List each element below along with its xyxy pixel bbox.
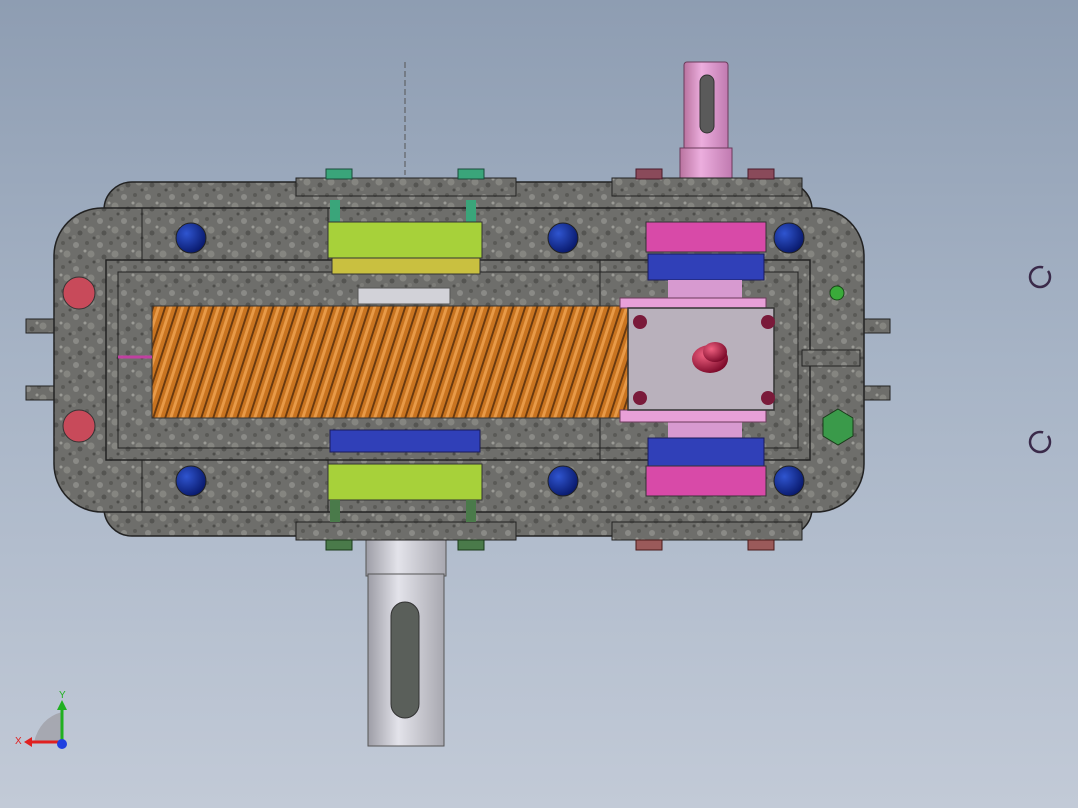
cad-viewport[interactable]: Y X — [0, 0, 1078, 808]
triad-y-label: Y — [59, 690, 66, 701]
output-shaft[interactable] — [679, 61, 733, 181]
worm-shaft[interactable] — [118, 305, 629, 419]
view-indicator-bottom[interactable] — [1028, 430, 1052, 454]
view-indicator-top[interactable] — [1028, 265, 1052, 289]
input-shaft[interactable] — [365, 539, 447, 747]
bearing-cap-left-top[interactable] — [295, 168, 517, 197]
coordinate-triad: Y X — [15, 690, 67, 749]
triad-x-label: X — [15, 736, 22, 747]
bearing-cap-right-bottom[interactable] — [611, 521, 803, 551]
